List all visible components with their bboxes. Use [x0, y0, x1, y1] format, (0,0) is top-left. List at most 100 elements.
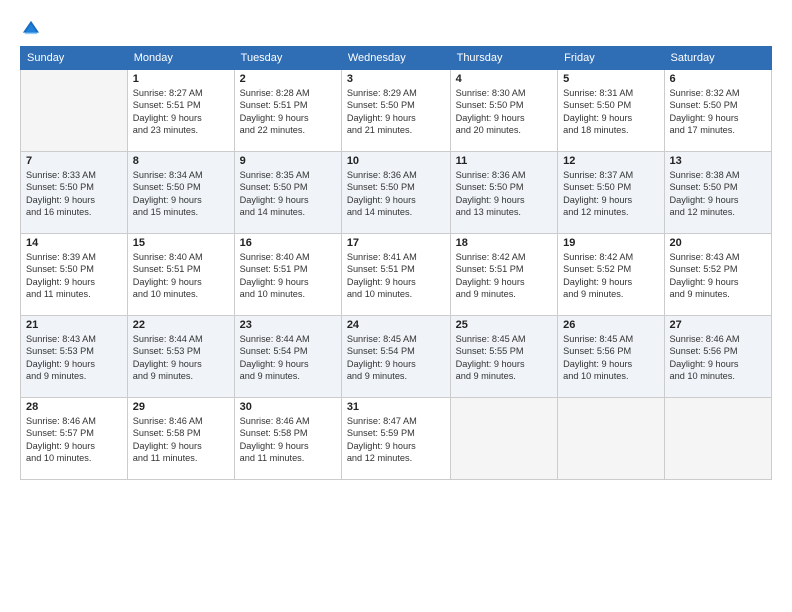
day-detail: Sunrise: 8:38 AMSunset: 5:50 PMDaylight:…	[670, 169, 766, 219]
calendar-cell: 27 Sunrise: 8:46 AMSunset: 5:56 PMDayligh…	[664, 316, 771, 398]
calendar-cell: 5 Sunrise: 8:31 AMSunset: 5:50 PMDaylight…	[558, 70, 664, 152]
calendar-header-row: SundayMondayTuesdayWednesdayThursdayFrid…	[21, 47, 772, 70]
calendar-cell	[21, 70, 128, 152]
day-detail: Sunrise: 8:36 AMSunset: 5:50 PMDaylight:…	[456, 169, 553, 219]
calendar-cell: 15Sunrise: 8:40 AMSunset: 5:51 PMDayligh…	[127, 234, 234, 316]
day-detail: Sunrise: 8:27 AMSunset: 5:51 PMDaylight:…	[133, 87, 229, 137]
day-detail: Sunrise: 8:46 AMSunset: 5:58 PMDaylight:…	[133, 415, 229, 465]
day-number: 22	[133, 319, 229, 331]
calendar-cell: 9Sunrise: 8:35 AMSunset: 5:50 PMDaylight…	[234, 152, 341, 234]
calendar-cell	[664, 398, 771, 480]
calendar-cell: 22 Sunrise: 8:44 AMSunset: 5:53 PMDayligh…	[127, 316, 234, 398]
day-number: 23	[240, 319, 336, 331]
day-number: 6	[670, 73, 766, 85]
day-detail: Sunrise: 8:34 AMSunset: 5:50 PMDaylight:…	[133, 169, 229, 219]
day-number: 20	[670, 237, 766, 249]
calendar-cell: 24 Sunrise: 8:45 AMSunset: 5:54 PMDayligh…	[341, 316, 450, 398]
day-detail: Sunrise: 8:36 AMSunset: 5:50 PMDaylight:…	[347, 169, 445, 219]
day-detail: Sunrise: 8:43 AMSunset: 5:53 PMDaylight:…	[26, 333, 122, 383]
day-number: 4	[456, 73, 553, 85]
calendar-cell: 30Sunrise: 8:46 AMSunset: 5:58 PMDayligh…	[234, 398, 341, 480]
day-detail: Sunrise: 8:30 AMSunset: 5:50 PMDaylight:…	[456, 87, 553, 137]
day-detail: Sunrise: 8:46 AMSunset: 5:56 PMDaylight:…	[670, 333, 766, 383]
day-detail: Sunrise: 8:31 AMSunset: 5:50 PMDaylight:…	[563, 87, 658, 137]
day-detail: Sunrise: 8:44 AMSunset: 5:53 PMDaylight:…	[133, 333, 229, 383]
page: SundayMondayTuesdayWednesdayThursdayFrid…	[0, 0, 792, 612]
logo-icon	[20, 18, 42, 40]
day-detail: Sunrise: 8:29 AMSunset: 5:50 PMDaylight:…	[347, 87, 445, 137]
day-detail: Sunrise: 8:40 AMSunset: 5:51 PMDaylight:…	[240, 251, 336, 301]
day-detail: Sunrise: 8:33 AMSunset: 5:50 PMDaylight:…	[26, 169, 122, 219]
day-detail: Sunrise: 8:41 AMSunset: 5:51 PMDaylight:…	[347, 251, 445, 301]
calendar-week-row: 28 Sunrise: 8:46 AMSunset: 5:57 PMDayligh…	[21, 398, 772, 480]
day-number: 30	[240, 401, 336, 413]
day-number: 17	[347, 237, 445, 249]
day-header-saturday: Saturday	[664, 47, 771, 70]
day-number: 18	[456, 237, 553, 249]
calendar-cell: 10Sunrise: 8:36 AMSunset: 5:50 PMDayligh…	[341, 152, 450, 234]
day-number: 27	[670, 319, 766, 331]
calendar-cell: 31 Sunrise: 8:47 AMSunset: 5:59 PMDayligh…	[341, 398, 450, 480]
day-number: 9	[240, 155, 336, 167]
day-number: 2	[240, 73, 336, 85]
calendar-cell: 2 Sunrise: 8:28 AMSunset: 5:51 PMDaylight…	[234, 70, 341, 152]
day-header-thursday: Thursday	[450, 47, 558, 70]
day-detail: Sunrise: 8:44 AMSunset: 5:54 PMDaylight:…	[240, 333, 336, 383]
calendar-cell: 19Sunrise: 8:42 AMSunset: 5:52 PMDayligh…	[558, 234, 664, 316]
day-number: 28	[26, 401, 122, 413]
day-detail: Sunrise: 8:42 AMSunset: 5:52 PMDaylight:…	[563, 251, 658, 301]
calendar-cell: 21 Sunrise: 8:43 AMSunset: 5:53 PMDayligh…	[21, 316, 128, 398]
day-number: 12	[563, 155, 658, 167]
calendar-cell: 23 Sunrise: 8:44 AMSunset: 5:54 PMDayligh…	[234, 316, 341, 398]
calendar-cell: 8 Sunrise: 8:34 AMSunset: 5:50 PMDaylight…	[127, 152, 234, 234]
calendar-cell: 18Sunrise: 8:42 AMSunset: 5:51 PMDayligh…	[450, 234, 558, 316]
day-number: 31	[347, 401, 445, 413]
day-detail: Sunrise: 8:45 AMSunset: 5:56 PMDaylight:…	[563, 333, 658, 383]
day-number: 1	[133, 73, 229, 85]
day-header-monday: Monday	[127, 47, 234, 70]
day-detail: Sunrise: 8:47 AMSunset: 5:59 PMDaylight:…	[347, 415, 445, 465]
calendar-cell: 28 Sunrise: 8:46 AMSunset: 5:57 PMDayligh…	[21, 398, 128, 480]
header	[20, 18, 772, 40]
calendar-cell: 16 Sunrise: 8:40 AMSunset: 5:51 PMDayligh…	[234, 234, 341, 316]
calendar-cell	[450, 398, 558, 480]
day-number: 5	[563, 73, 658, 85]
calendar-cell: 3 Sunrise: 8:29 AMSunset: 5:50 PMDaylight…	[341, 70, 450, 152]
calendar-cell: 26 Sunrise: 8:45 AMSunset: 5:56 PMDayligh…	[558, 316, 664, 398]
calendar-cell: 1 Sunrise: 8:27 AMSunset: 5:51 PMDaylight…	[127, 70, 234, 152]
calendar-cell: 29Sunrise: 8:46 AMSunset: 5:58 PMDayligh…	[127, 398, 234, 480]
day-detail: Sunrise: 8:37 AMSunset: 5:50 PMDaylight:…	[563, 169, 658, 219]
day-number: 26	[563, 319, 658, 331]
day-number: 15	[133, 237, 229, 249]
day-number: 7	[26, 155, 122, 167]
day-number: 8	[133, 155, 229, 167]
day-detail: Sunrise: 8:32 AMSunset: 5:50 PMDaylight:…	[670, 87, 766, 137]
day-number: 16	[240, 237, 336, 249]
day-header-sunday: Sunday	[21, 47, 128, 70]
day-detail: Sunrise: 8:46 AMSunset: 5:57 PMDaylight:…	[26, 415, 122, 465]
calendar-cell: 12 Sunrise: 8:37 AMSunset: 5:50 PMDayligh…	[558, 152, 664, 234]
calendar-cell: 25 Sunrise: 8:45 AMSunset: 5:55 PMDayligh…	[450, 316, 558, 398]
day-detail: Sunrise: 8:45 AMSunset: 5:54 PMDaylight:…	[347, 333, 445, 383]
day-number: 3	[347, 73, 445, 85]
logo	[20, 18, 46, 40]
day-detail: Sunrise: 8:28 AMSunset: 5:51 PMDaylight:…	[240, 87, 336, 137]
calendar-week-row: 14Sunrise: 8:39 AMSunset: 5:50 PMDayligh…	[21, 234, 772, 316]
day-number: 13	[670, 155, 766, 167]
day-number: 25	[456, 319, 553, 331]
calendar-cell: 14Sunrise: 8:39 AMSunset: 5:50 PMDayligh…	[21, 234, 128, 316]
calendar-cell	[558, 398, 664, 480]
day-number: 24	[347, 319, 445, 331]
day-detail: Sunrise: 8:45 AMSunset: 5:55 PMDaylight:…	[456, 333, 553, 383]
calendar-cell: 13 Sunrise: 8:38 AMSunset: 5:50 PMDayligh…	[664, 152, 771, 234]
day-detail: Sunrise: 8:39 AMSunset: 5:50 PMDaylight:…	[26, 251, 122, 301]
calendar-cell: 17 Sunrise: 8:41 AMSunset: 5:51 PMDayligh…	[341, 234, 450, 316]
day-header-wednesday: Wednesday	[341, 47, 450, 70]
day-number: 21	[26, 319, 122, 331]
calendar-cell: 11Sunrise: 8:36 AMSunset: 5:50 PMDayligh…	[450, 152, 558, 234]
calendar-week-row: 1 Sunrise: 8:27 AMSunset: 5:51 PMDaylight…	[21, 70, 772, 152]
calendar-week-row: 21 Sunrise: 8:43 AMSunset: 5:53 PMDayligh…	[21, 316, 772, 398]
calendar-cell: 7 Sunrise: 8:33 AMSunset: 5:50 PMDaylight…	[21, 152, 128, 234]
day-header-tuesday: Tuesday	[234, 47, 341, 70]
calendar-cell: 6 Sunrise: 8:32 AMSunset: 5:50 PMDaylight…	[664, 70, 771, 152]
